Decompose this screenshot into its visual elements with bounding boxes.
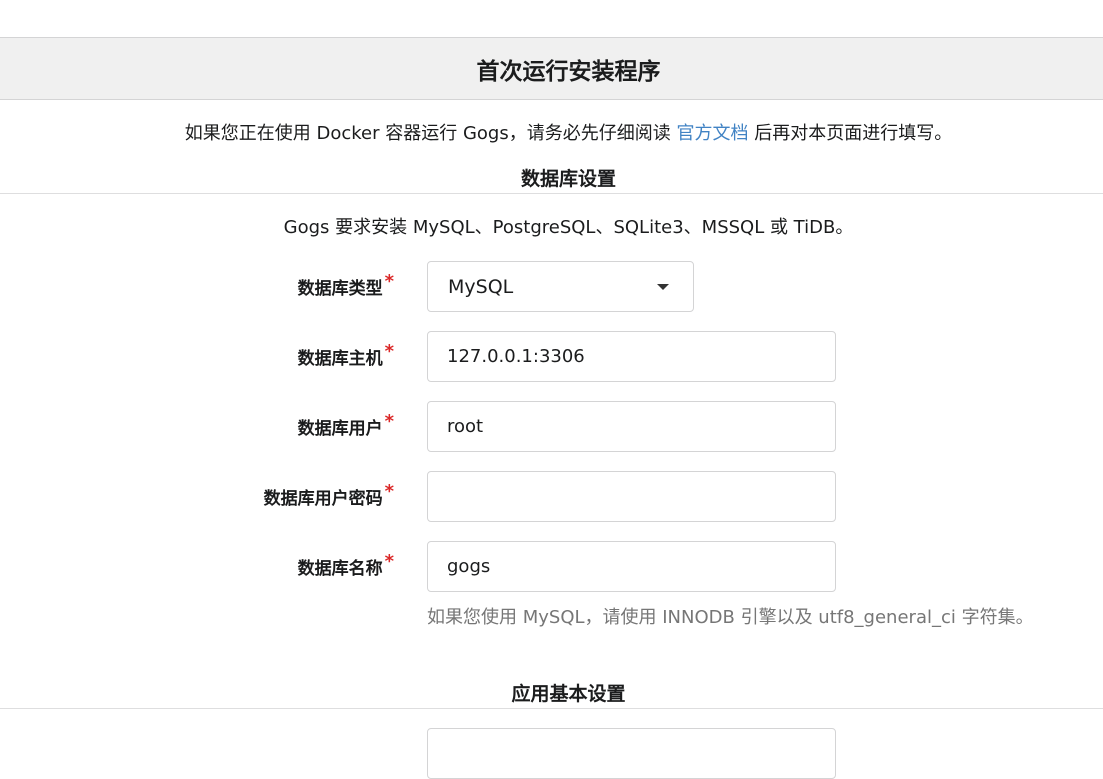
- database-section-title: 数据库设置: [520, 168, 616, 190]
- required-mark: *: [384, 411, 394, 432]
- page-header: 首次运行安装程序: [0, 37, 1103, 100]
- page-title: 首次运行安装程序: [476, 58, 661, 85]
- docker-notice-text-after: 后再对本页面进行填写。: [748, 123, 953, 144]
- db-user-input[interactable]: [427, 401, 836, 452]
- required-mark: *: [384, 551, 394, 572]
- db-host-label: 数据库主机 *: [0, 341, 400, 369]
- dropdown-caret-icon: [657, 283, 669, 290]
- db-host-input[interactable]: [427, 331, 836, 382]
- db-name-label-text: 数据库名称: [297, 559, 383, 579]
- db-password-input[interactable]: [427, 471, 836, 522]
- db-password-label-text: 数据库用户密码: [263, 489, 383, 509]
- app-first-input[interactable]: [427, 728, 836, 779]
- db-type-label-text: 数据库类型: [297, 279, 383, 299]
- database-requirement-note: Gogs 要求安装 MySQL、PostgreSQL、SQLite3、MSSQL…: [283, 217, 854, 238]
- db-name-label: 数据库名称 *: [0, 551, 400, 579]
- db-name-input[interactable]: [427, 541, 836, 592]
- database-section-divider: [0, 193, 1103, 194]
- db-type-label: 数据库类型 *: [0, 271, 400, 299]
- db-charset-help: 如果您使用 MySQL，请使用 INNODB 引擎以及 utf8_general…: [427, 607, 1034, 628]
- db-user-label: 数据库用户 *: [0, 411, 400, 439]
- app-section-title: 应用基本设置: [511, 683, 626, 705]
- app-section-divider: [0, 708, 1103, 709]
- docker-notice-text-before: 如果您正在使用 Docker 容器运行 Gogs，请务必先仔细阅读: [184, 123, 677, 144]
- required-mark: *: [384, 341, 394, 362]
- official-docs-link[interactable]: 官方文档: [676, 123, 748, 144]
- required-mark: *: [384, 271, 394, 292]
- db-host-label-text: 数据库主机: [297, 349, 383, 369]
- db-user-label-text: 数据库用户: [297, 419, 383, 439]
- db-password-label: 数据库用户密码 *: [0, 481, 400, 509]
- required-mark: *: [384, 481, 394, 502]
- db-type-selected-value: MySQL: [448, 275, 514, 298]
- docker-notice: 如果您正在使用 Docker 容器运行 Gogs，请务必先仔细阅读 官方文档 后…: [0, 120, 1103, 148]
- db-type-select[interactable]: MySQL: [427, 261, 694, 312]
